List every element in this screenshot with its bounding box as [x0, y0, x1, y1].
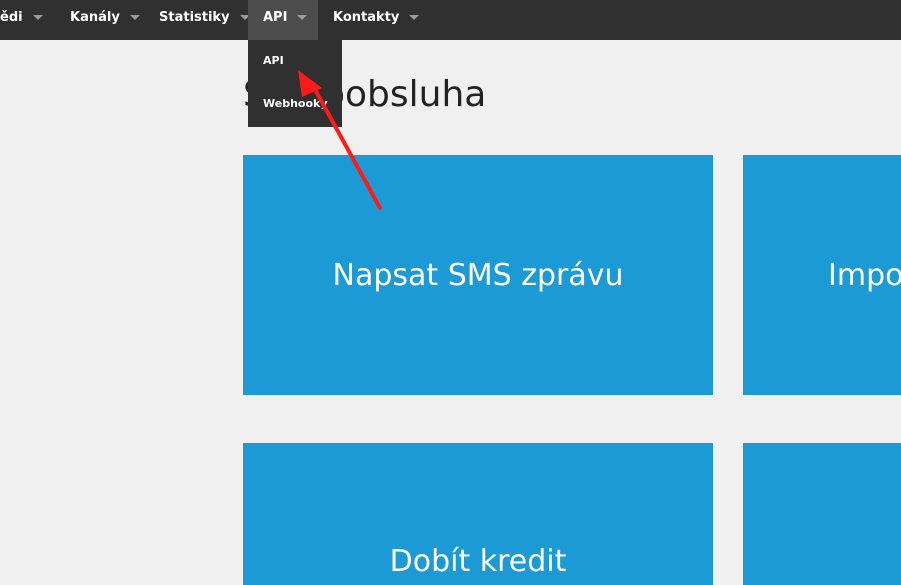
tile-label: Dobít kredit [389, 544, 567, 579]
dropdown-item-webhooky[interactable]: Webhooky [263, 97, 328, 110]
nav-item-statistiky[interactable]: Statistiky [159, 0, 250, 34]
tile-partial[interactable] [743, 443, 901, 585]
tile-label: Napsat SMS zprávu [332, 257, 624, 293]
dropdown-item-api[interactable]: API [263, 54, 284, 67]
nav-item-label: Kanály [70, 9, 120, 25]
nav-item-api[interactable]: API [248, 0, 318, 40]
chevron-down-icon [297, 15, 308, 20]
nav-item-label: Statistiky [159, 9, 230, 25]
top-navbar: ědi Kanály Statistiky API Kontakty [0, 0, 901, 40]
page: Samoobsluha ědi Kanály Statistiky API Ko… [0, 0, 901, 585]
nav-item-label: ědi [0, 9, 23, 25]
chevron-down-icon [32, 15, 43, 20]
chevron-down-icon [409, 15, 420, 20]
nav-item-label: API [263, 9, 288, 25]
tile-dobit-kredit[interactable]: Dobít kredit [243, 443, 713, 585]
nav-item-kontakty[interactable]: Kontakty [333, 0, 420, 34]
nav-item-label: Kontakty [333, 9, 400, 25]
chevron-down-icon [129, 15, 140, 20]
tile-import[interactable]: Impo [743, 155, 901, 395]
nav-item-kanaly[interactable]: Kanály [70, 0, 140, 34]
nav-item-partial[interactable]: ědi [0, 0, 43, 34]
tile-label: Impo [828, 257, 901, 293]
tile-napsat-sms[interactable]: Napsat SMS zprávu [243, 155, 713, 395]
api-dropdown-menu: API Webhooky [248, 40, 342, 127]
